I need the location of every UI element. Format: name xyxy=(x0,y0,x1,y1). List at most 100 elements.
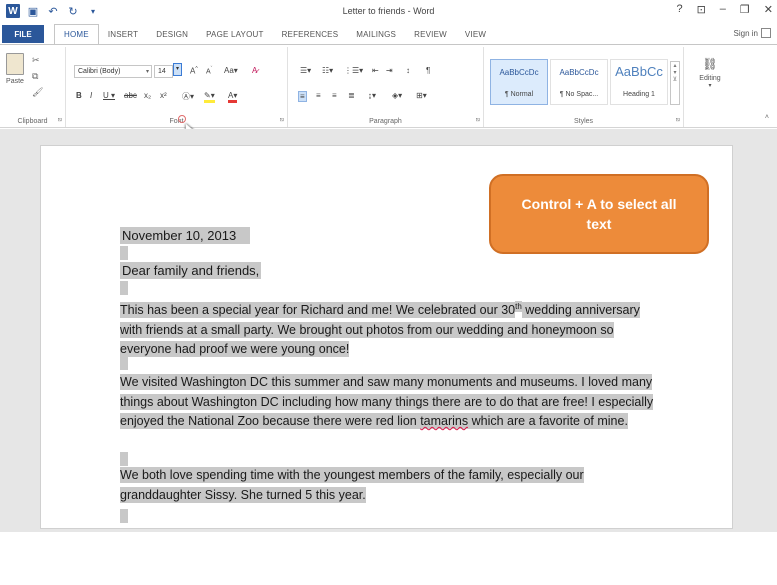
sort-icon[interactable]: ↕ xyxy=(406,66,410,75)
align-right-icon[interactable]: ≡ xyxy=(332,91,337,100)
increase-indent-icon[interactable]: ⇥ xyxy=(386,66,393,75)
style-no-spacing-name: ¶ No Spac... xyxy=(559,91,599,98)
p1-text-a: This has been a special year for Richard… xyxy=(120,302,516,319)
numbering-icon[interactable]: ☷▾ xyxy=(322,66,333,75)
superscript-icon[interactable]: x² xyxy=(160,91,167,100)
ribbon-tab-list: HOME INSERT DESIGN PAGE LAYOUT REFERENCE… xyxy=(54,24,495,45)
instruction-callout: Control + A to select all text xyxy=(489,174,709,254)
empty-paragraph-mark xyxy=(120,509,128,523)
italic-icon[interactable]: I xyxy=(90,91,92,100)
account-icon[interactable] xyxy=(761,28,771,38)
collapse-ribbon-icon[interactable]: ˄ xyxy=(765,114,769,121)
font-color-icon[interactable]: A▾ xyxy=(228,91,238,103)
restore-button[interactable]: ❐ xyxy=(740,3,750,16)
shrink-font-icon[interactable]: Aˇ xyxy=(206,66,212,75)
style-no-spacing-sample: AaBbCcDc xyxy=(559,68,599,77)
paragraph-launcher-icon[interactable]: ⧅ xyxy=(476,117,480,124)
styles-launcher-icon[interactable]: ⧅ xyxy=(676,117,680,124)
misspelled-word[interactable]: tamarins xyxy=(420,413,469,429)
help-button[interactable]: ? xyxy=(676,3,682,16)
style-heading-1-name: Heading 1 xyxy=(623,91,655,98)
paragraph-group-label: Paragraph xyxy=(369,118,402,125)
undo-icon[interactable]: ↶ xyxy=(46,5,60,18)
tab-review[interactable]: REVIEW xyxy=(405,24,456,44)
style-heading-1[interactable]: AaBbCc Heading 1 xyxy=(610,59,668,105)
style-heading-1-sample: AaBbCc xyxy=(615,64,663,79)
date-line[interactable]: November 10, 2013 xyxy=(120,226,251,245)
tab-page-layout[interactable]: PAGE LAYOUT xyxy=(197,24,272,44)
tab-view[interactable]: VIEW xyxy=(456,24,495,44)
align-center-icon[interactable]: ≡ xyxy=(316,91,321,100)
change-case-icon[interactable]: Aa▾ xyxy=(224,66,238,75)
selection-tail xyxy=(238,227,251,244)
signin-link[interactable]: Sign in xyxy=(734,29,758,38)
style-normal[interactable]: AaBbCcDc ¶ Normal xyxy=(490,59,548,105)
font-group-label: Font xyxy=(169,118,184,125)
format-painter-icon[interactable]: 🖌 xyxy=(32,87,43,98)
greeting-line[interactable]: Dear family and friends, xyxy=(120,261,262,280)
signin-area: Sign in xyxy=(734,28,771,38)
minimize-button[interactable]: – xyxy=(720,3,726,16)
shading-icon[interactable]: ◈▾ xyxy=(392,91,402,100)
strikethrough-icon[interactable]: abc xyxy=(124,91,137,100)
empty-paragraph-mark xyxy=(120,246,128,260)
quick-access-toolbar: W ▣ ↶ ↻ ▾ xyxy=(0,4,100,18)
chevron-down-icon: ▾ xyxy=(708,83,712,89)
editing-button[interactable]: ⛓ Editing ▾ xyxy=(690,57,730,89)
multilevel-list-icon[interactable]: ⋮☰▾ xyxy=(344,66,363,75)
window-controls: ? ⊡ – ❐ ✕ xyxy=(676,3,773,16)
styles-group-label: Styles xyxy=(573,118,594,125)
styles-scroll[interactable]: ▴ ▾ ⊻ xyxy=(670,61,680,105)
bullets-icon[interactable]: ☰▾ xyxy=(300,66,311,75)
borders-icon[interactable]: ⊞▾ xyxy=(416,91,427,100)
close-button[interactable]: ✕ xyxy=(764,3,773,16)
highlight-icon[interactable]: ✎▾ xyxy=(204,91,215,103)
underline-icon[interactable]: U ▾ xyxy=(103,91,115,100)
align-left-icon[interactable]: ≡ xyxy=(298,91,307,102)
clipboard-launcher-icon[interactable]: ⧅ xyxy=(58,117,62,124)
tab-file[interactable]: FILE xyxy=(2,25,44,43)
tab-references[interactable]: REFERENCES xyxy=(273,24,348,44)
text-effects-icon[interactable]: Ⓐ▾ xyxy=(182,91,194,102)
font-name-value: Calibri (Body) xyxy=(78,68,121,75)
cut-icon[interactable]: ✂ xyxy=(32,55,40,66)
bold-icon[interactable]: B xyxy=(76,91,82,100)
title-bar: W ▣ ↶ ↻ ▾ Letter to friends - Word ? ⊡ –… xyxy=(0,0,777,22)
paste-button[interactable]: Paste xyxy=(4,53,26,85)
subscript-icon[interactable]: x₂ xyxy=(144,91,151,100)
tab-design[interactable]: DESIGN xyxy=(147,24,197,44)
paragraph-group: ☰▾ ☷▾ ⋮☰▾ ⇤ ⇥ ↕ ¶ ≡ ≡ ≡ ≣ ↨▾ ◈▾ ⊞▾ Parag… xyxy=(288,47,484,127)
decrease-indent-icon[interactable]: ⇤ xyxy=(372,66,379,75)
greeting-text: Dear family and friends, xyxy=(120,262,262,279)
word-app-icon[interactable]: W xyxy=(6,4,20,18)
style-normal-sample: AaBbCcDc xyxy=(499,68,539,77)
customize-qat-icon[interactable]: ▾ xyxy=(86,7,100,16)
line-spacing-icon[interactable]: ↨▾ xyxy=(368,91,376,100)
tab-insert[interactable]: INSERT xyxy=(99,24,147,44)
ribbon: Paste ✂ ⧉ 🖌 Clipboard ⧅ Calibri (Body) ▾… xyxy=(0,44,777,136)
callout-text: Control + A to select all text xyxy=(521,196,677,232)
style-no-spacing[interactable]: AaBbCcDc ¶ No Spac... xyxy=(550,59,608,105)
redo-icon[interactable]: ↻ xyxy=(66,5,80,18)
justify-icon[interactable]: ≣ xyxy=(348,91,355,100)
paragraph-1[interactable]: This has been a special year for Richard… xyxy=(120,297,655,360)
save-icon[interactable]: ▣ xyxy=(26,5,40,18)
tab-home[interactable]: HOME xyxy=(54,24,99,45)
clear-formatting-icon[interactable]: A̷ xyxy=(252,66,257,75)
copy-icon[interactable]: ⧉ xyxy=(32,71,38,82)
empty-paragraph-mark xyxy=(120,452,128,466)
clipboard-group-label: Clipboard xyxy=(17,118,48,125)
ribbon-display-options-button[interactable]: ⊡ xyxy=(697,3,706,16)
font-size-dropdown-arrow[interactable]: ▾ xyxy=(173,63,182,76)
font-group: Calibri (Body) ▾ 14 A^ Aˇ Aa▾ A̷ B I U ▾… xyxy=(66,47,288,127)
paragraph-3[interactable]: We both love spending time with the youn… xyxy=(120,466,655,505)
show-marks-icon[interactable]: ¶ xyxy=(426,66,430,75)
clipboard-icon xyxy=(6,53,24,75)
font-size-combo[interactable]: 14 xyxy=(154,65,173,78)
font-name-combo[interactable]: Calibri (Body) ▾ xyxy=(74,65,152,78)
tab-mailings[interactable]: MAILINGS xyxy=(347,24,405,44)
grow-font-icon[interactable]: A^ xyxy=(190,66,198,76)
date-text: November 10, 2013 xyxy=(120,227,239,244)
font-launcher-icon[interactable]: ⧅ xyxy=(280,117,284,124)
paragraph-2[interactable]: We visited Washington DC this summer and… xyxy=(120,373,655,432)
